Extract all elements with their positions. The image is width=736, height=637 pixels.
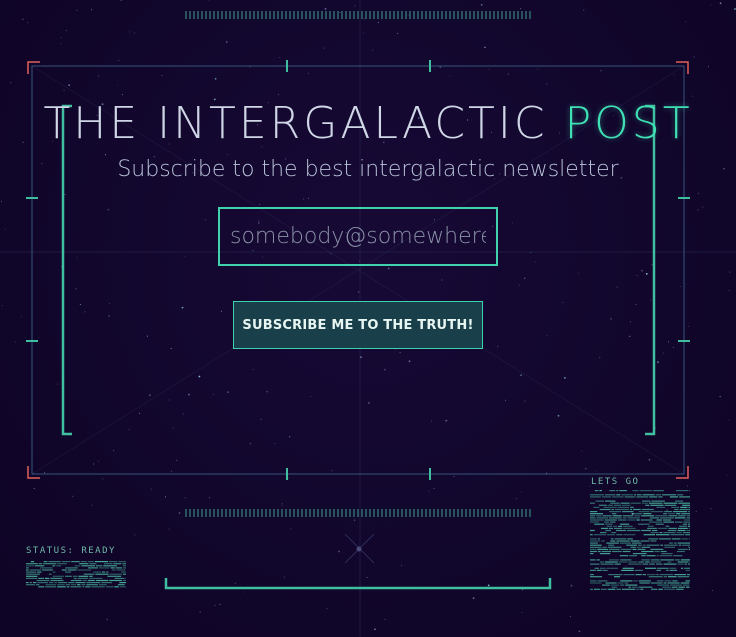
top-ruler: [185, 11, 531, 19]
reticle-dot: [356, 546, 362, 552]
bottom-ruler: [185, 509, 531, 517]
action-data-readout: [590, 490, 690, 590]
status-label: STATUS: READY: [26, 546, 116, 556]
page-subtitle: Subscribe to the best intergalactic news…: [117, 157, 619, 182]
bottom-bracket: [164, 578, 552, 590]
newsletter-page: THE INTERGALACTIC POST Subscribe to the …: [0, 0, 736, 637]
page-title: THE INTERGALACTIC POST: [0, 98, 736, 150]
email-input[interactable]: [218, 207, 498, 266]
title-accent: POST: [564, 98, 693, 149]
lets-go-label: LETS GO: [591, 477, 640, 487]
title-main: THE INTERGALACTIC: [43, 98, 565, 149]
status-data-readout: [26, 561, 126, 588]
subscribe-button[interactable]: SUBSCRIBE ME TO THE TRUTH!: [233, 301, 483, 349]
